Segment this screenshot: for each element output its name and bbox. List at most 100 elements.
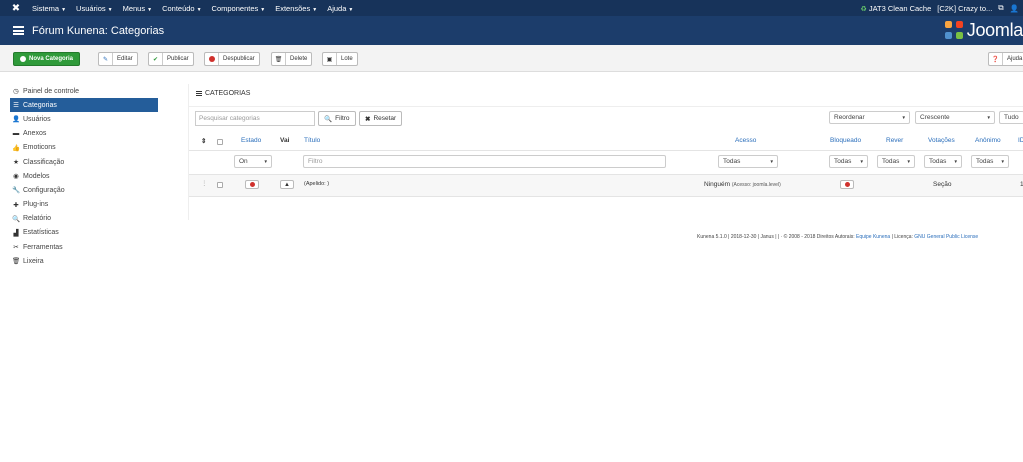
- sidebar-item-painel[interactable]: ◷ Painel de controle: [10, 84, 158, 98]
- direction-select[interactable]: Crescente ▼: [915, 111, 995, 124]
- caret-down-icon: ▼: [953, 159, 958, 164]
- plus-circle-icon: [20, 53, 26, 65]
- sort-order-icon[interactable]: ⇕: [201, 137, 206, 145]
- caret-down-icon: ▼: [906, 159, 911, 164]
- joomla-logo: Joomla: [944, 19, 1023, 42]
- menu-extensoes[interactable]: Extensões ▼: [275, 4, 317, 13]
- menu-usuarios[interactable]: Usuários ▼: [76, 4, 113, 13]
- help-button[interactable]: ❓ Ajuda: [988, 52, 1023, 66]
- locked-status-button[interactable]: [840, 180, 854, 189]
- select-all-checkbox[interactable]: [217, 139, 223, 145]
- help-icon: ❓: [989, 53, 1003, 65]
- edit-icon: ✎: [99, 53, 113, 65]
- check-icon: ✔: [149, 53, 163, 65]
- page-title: Fórum Kunena: Categorias: [32, 24, 165, 37]
- row-title[interactable]: (Apelido: ): [304, 181, 329, 187]
- delete-button[interactable]: 🗑 Delete: [271, 52, 313, 66]
- menu-conteudo[interactable]: Conteúdo ▼: [162, 4, 201, 13]
- sidebar-item-modelos[interactable]: ◉ Modelos: [10, 169, 158, 183]
- row-checkbox[interactable]: [217, 182, 223, 188]
- column-anonimo[interactable]: Anônimo: [975, 137, 1001, 144]
- sidebar-item-classificacao[interactable]: ★ Classificação: [10, 155, 158, 169]
- joomla-brand-icon[interactable]: ✖: [0, 3, 32, 14]
- thumbs-up-icon: 👍: [12, 144, 21, 152]
- sidebar-item-categorias[interactable]: ☰ Categorias: [10, 98, 158, 113]
- dashboard-icon: ◷: [13, 88, 19, 96]
- search-icon: 🔍: [324, 115, 333, 123]
- reset-button[interactable]: ✖ Resetar: [359, 111, 403, 126]
- site-link[interactable]: [C2K] Crazy to...: [937, 4, 992, 13]
- caret-down-icon: ▼: [348, 6, 354, 13]
- sidebar-item-plugins[interactable]: ✚ Plug-ins: [10, 198, 158, 212]
- limit-select[interactable]: Tudo: [999, 111, 1023, 124]
- drag-handle-icon[interactable]: ⋮: [201, 179, 208, 187]
- filter-button[interactable]: 🔍 Filtro: [318, 111, 356, 126]
- batch-button[interactable]: ▣ Lote: [322, 52, 358, 66]
- column-votacoes[interactable]: Votações: [928, 137, 955, 144]
- user-menu-icon[interactable]: 👤: [1010, 4, 1019, 13]
- filter-rever-select[interactable]: Todas ▼: [877, 155, 915, 168]
- unpublished-icon: [249, 182, 255, 187]
- list-icon: [13, 26, 24, 35]
- order-select[interactable]: Reordenar ▼: [829, 111, 910, 124]
- edit-button[interactable]: ✎ Editar: [98, 52, 138, 66]
- wrench-icon: 🔧: [12, 187, 21, 195]
- filter-anonimo-select[interactable]: Todas ▼: [971, 155, 1009, 168]
- filter-acesso-select[interactable]: Todas ▼: [718, 155, 778, 168]
- user-icon: 👤: [12, 116, 21, 124]
- close-icon: ✖: [365, 115, 371, 123]
- list-icon: [196, 90, 202, 97]
- filter-bloqueado-select[interactable]: Todas ▼: [829, 155, 868, 168]
- search-icon: 🔍: [12, 215, 21, 223]
- go-button[interactable]: ▲: [280, 180, 294, 189]
- column-acesso[interactable]: Acesso: [735, 137, 756, 144]
- main-panel: CATEGORIAS Pesquisar categorias 🔍 Filtro …: [188, 84, 1023, 220]
- menu-componentes[interactable]: Componentes ▼: [212, 4, 266, 13]
- sidebar-item-usuarios[interactable]: 👤 Usuários: [10, 112, 158, 126]
- external-link-icon[interactable]: ⧉: [998, 3, 1003, 13]
- sidebar-item-configuracao[interactable]: 🔧 Configuração: [10, 183, 158, 197]
- batch-icon: ▣: [323, 53, 337, 65]
- caret-down-icon: ▼: [312, 6, 318, 13]
- column-rever[interactable]: Rever: [886, 137, 903, 144]
- publish-button[interactable]: ✔ Publicar: [148, 52, 194, 66]
- search-input[interactable]: Pesquisar categorias: [195, 111, 315, 126]
- tools-icon: ✂: [13, 244, 19, 252]
- sidebar-item-relatorio[interactable]: 🔍 Relatório: [10, 212, 158, 226]
- star-icon: ★: [13, 159, 19, 167]
- caret-down-icon: ▼: [107, 6, 113, 13]
- trash-icon: 🗑: [12, 258, 21, 266]
- sidebar-item-estatisticas[interactable]: ▟ Estatísticas: [10, 226, 158, 240]
- filter-estado-select[interactable]: On ▼: [234, 155, 272, 168]
- column-bloqueado[interactable]: Bloqueado: [830, 137, 861, 144]
- column-id[interactable]: ID: [1018, 137, 1023, 144]
- filter-titulo-input[interactable]: Filtro: [303, 155, 666, 168]
- license-link[interactable]: GNU General Public License: [914, 234, 978, 240]
- new-category-button[interactable]: Nova Categoria: [13, 52, 81, 66]
- eye-icon: ◉: [13, 173, 19, 181]
- sidebar-item-anexos[interactable]: ▬ Anexos: [10, 127, 158, 141]
- page-header: Fórum Kunena: Categorias Joomla: [0, 16, 1023, 45]
- column-titulo[interactable]: Título: [304, 137, 320, 144]
- divider: [189, 106, 1023, 107]
- menu-sistema[interactable]: Sistema ▼: [32, 4, 66, 13]
- sidebar: ◷ Painel de controle ☰ Categorias 👤 Usuário…: [10, 84, 158, 268]
- refresh-icon: ♻: [860, 5, 867, 13]
- caret-down-icon: ▼: [260, 6, 266, 13]
- cache-link[interactable]: ♻ JAT3 Clean Cache: [860, 4, 931, 13]
- menu-ajuda[interactable]: Ajuda ▼: [327, 4, 353, 13]
- sidebar-item-emoticons[interactable]: 👍 Emoticons: [10, 141, 158, 155]
- sidebar-item-lixeira[interactable]: 🗑 Lixeira: [10, 254, 158, 268]
- caret-down-icon: ▼: [901, 115, 906, 120]
- team-link[interactable]: Equipe Kunena: [856, 234, 890, 240]
- column-estado[interactable]: Estado: [241, 137, 261, 144]
- unpublish-button[interactable]: Despublicar: [204, 52, 260, 66]
- panel-title: CATEGORIAS: [196, 90, 250, 97]
- caret-down-icon: ▼: [769, 159, 774, 164]
- unpublished-status-button[interactable]: [245, 180, 259, 189]
- top-navbar: ✖ Sistema ▼ Usuários ▼ Menus ▼ Conteúdo ▼ Co…: [0, 0, 1023, 16]
- filter-votacoes-select[interactable]: Todas ▼: [924, 155, 962, 168]
- menu-menus[interactable]: Menus ▼: [123, 4, 152, 13]
- bar-chart-icon: ▟: [13, 229, 19, 237]
- sidebar-item-ferramentas[interactable]: ✂ Ferramentas: [10, 240, 158, 254]
